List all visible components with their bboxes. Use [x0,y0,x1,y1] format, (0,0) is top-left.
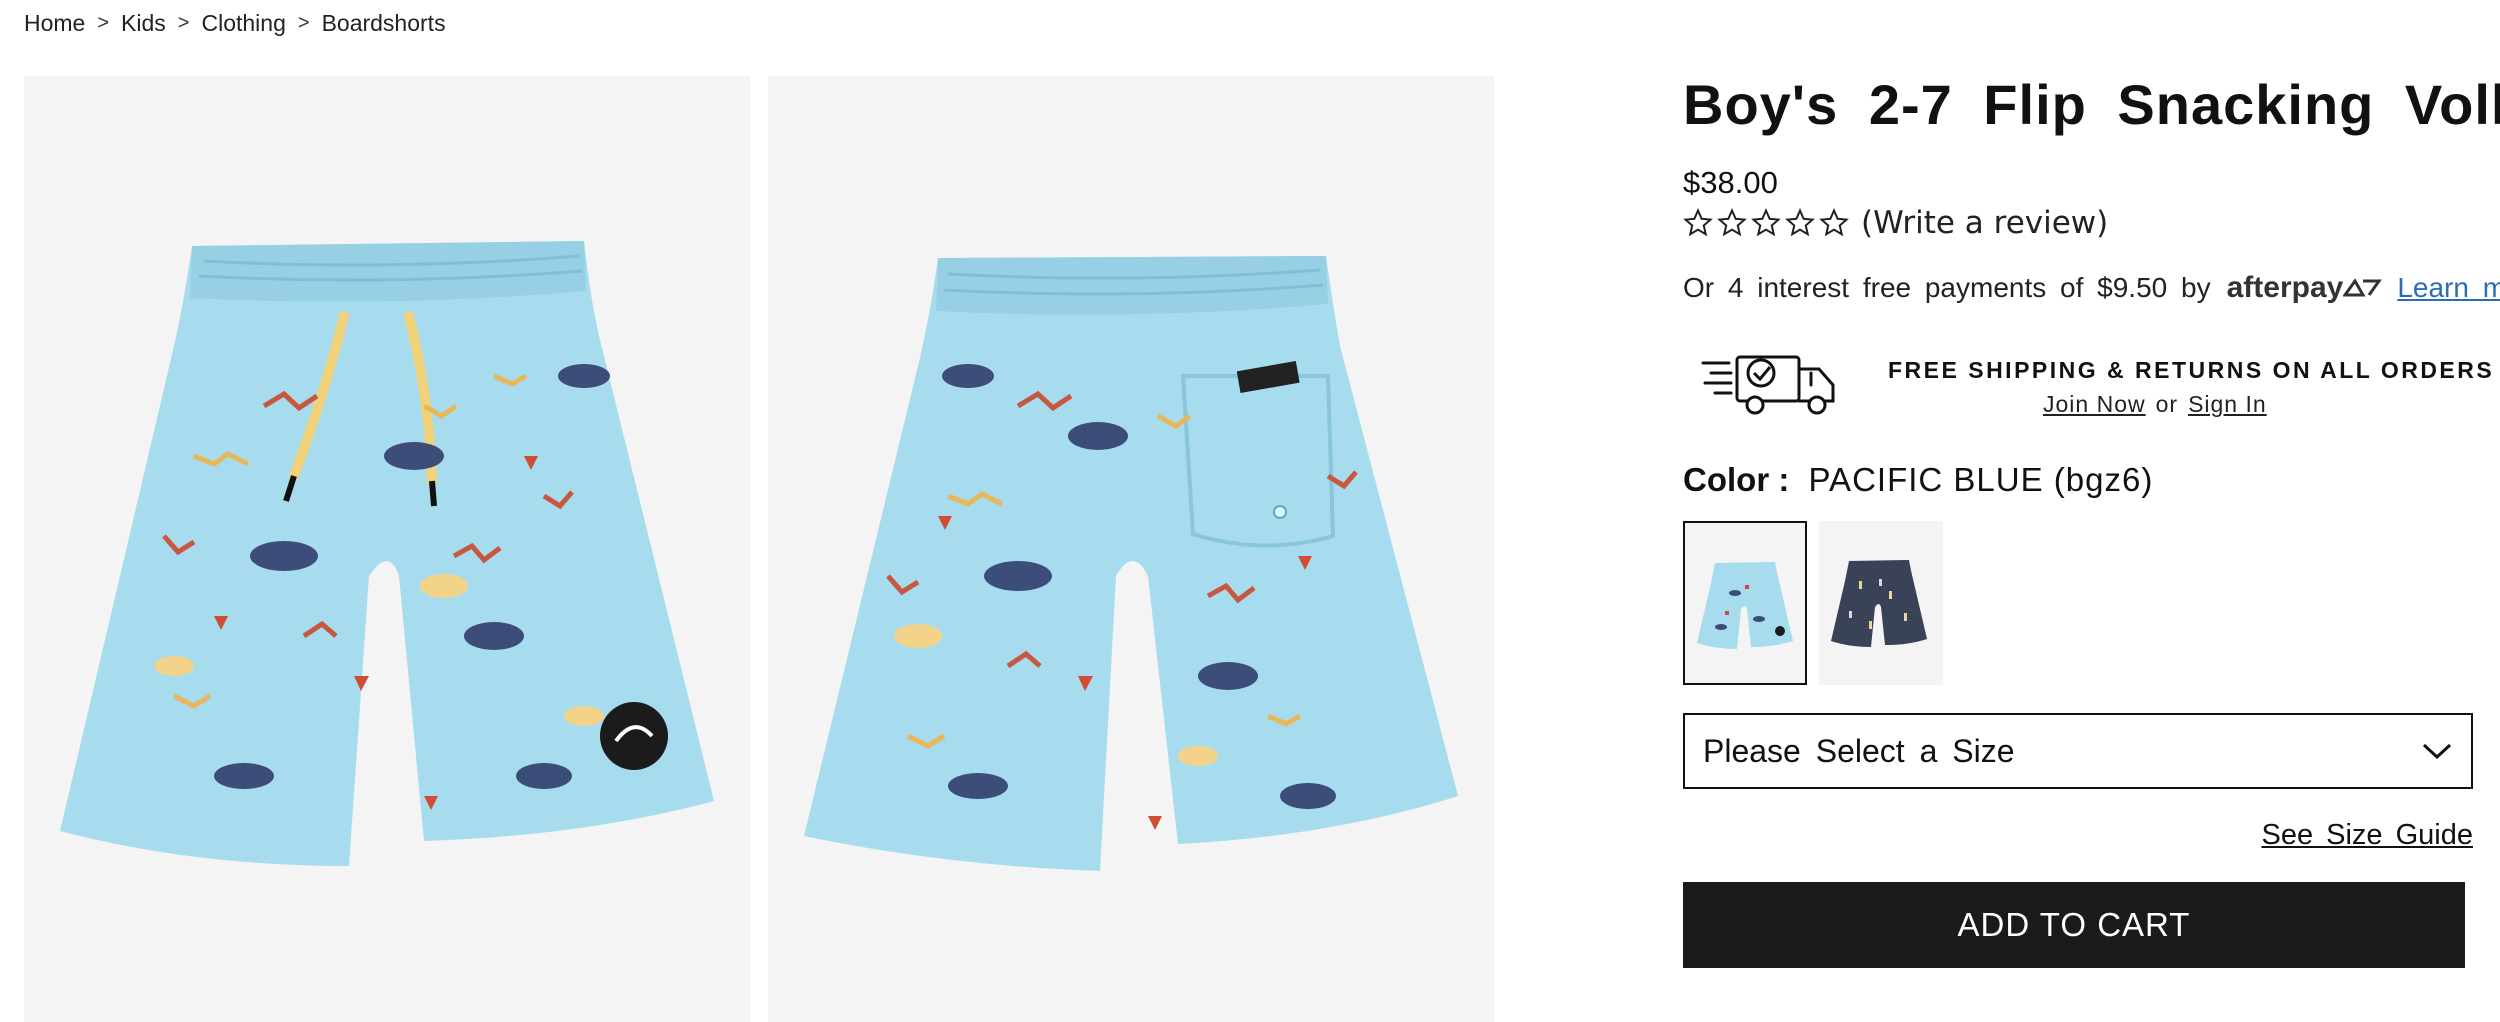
boardshorts-front-illustration [60,241,714,866]
size-guide: See Size Guide [1683,819,2473,852]
breadcrumb-home[interactable]: Home [24,10,85,37]
color-selector-label: Color : PACIFIC BLUE (bgz6) [1683,461,2473,499]
color-value: PACIFIC BLUE (bgz6) [1808,461,2154,498]
breadcrumb-boardshorts[interactable]: Boardshorts [322,10,446,37]
size-guide-link[interactable]: See Size Guide [2261,819,2473,851]
afterpay-message: Or 4 interest free payments of $9.50 by … [1683,271,2500,305]
or-text: or [2155,391,2179,417]
color-swatches [1683,521,2473,685]
product-gallery [24,76,1494,1022]
size-dropdown[interactable]: Please Select a Size [1683,713,2473,789]
free-shipping-banner: FREE SHIPPING & RETURNS ON ALL ORDERS Jo… [1683,335,2492,431]
free-shipping-title: FREE SHIPPING & RETURNS ON ALL ORDERS [1888,357,2495,383]
star-empty-icon [1751,208,1781,237]
delivery-truck-icon [1701,355,1835,415]
star-empty-icon [1717,208,1747,237]
breadcrumb-separator: > [177,12,190,34]
afterpay-text: Or 4 interest free payments of $9.50 by [1683,272,2211,303]
member-links: Join Now or Sign In [2043,391,2267,418]
breadcrumb-separator: > [297,12,310,34]
swatch-navy-thumbnail [1831,560,1927,647]
color-label: Color : [1683,461,1790,498]
breadcrumb-kids[interactable]: Kids [121,10,166,37]
write-review-link[interactable]: (Write a review) [1861,205,2108,241]
product-image-front[interactable] [24,76,750,1022]
product-price: $38.00 [1683,165,1778,200]
star-empty-icon [1819,208,1849,237]
boardshorts-back-illustration [804,256,1458,871]
sign-in-link[interactable]: Sign In [2188,391,2267,417]
afterpay-logo: afterpay [2227,271,2384,305]
add-to-cart-button[interactable]: ADD TO CART [1683,882,2465,968]
swatch-pacific-blue-thumbnail [1697,562,1793,649]
breadcrumb-separator: > [97,12,110,34]
star-empty-icon [1683,208,1713,237]
afterpay-learn-more-link[interactable]: Learn more [2397,272,2500,304]
star-empty-icon [1785,208,1815,237]
afterpay-arrows-icon [2343,278,2383,297]
rating-stars[interactable] [1683,208,1849,238]
product-image-back[interactable] [768,76,1494,1022]
swatch-navy[interactable] [1819,521,1943,685]
afterpay-logo-text: afterpay [2226,271,2344,304]
size-dropdown-placeholder: Please Select a Size [1703,732,2015,769]
swatch-pacific-blue[interactable] [1683,521,1807,685]
join-now-link[interactable]: Join Now [2043,391,2146,417]
product-info: Boy's 2-7 Flip Snacking Volleys $38.00 (… [1683,72,2500,968]
product-rating: (Write a review) [1683,205,2473,241]
breadcrumb-clothing[interactable]: Clothing [201,10,285,37]
product-title: Boy's 2-7 Flip Snacking Volleys [1683,73,2500,136]
chevron-down-icon [2422,743,2452,760]
breadcrumb: Home > Kids > Clothing > Boardshorts [24,10,446,37]
